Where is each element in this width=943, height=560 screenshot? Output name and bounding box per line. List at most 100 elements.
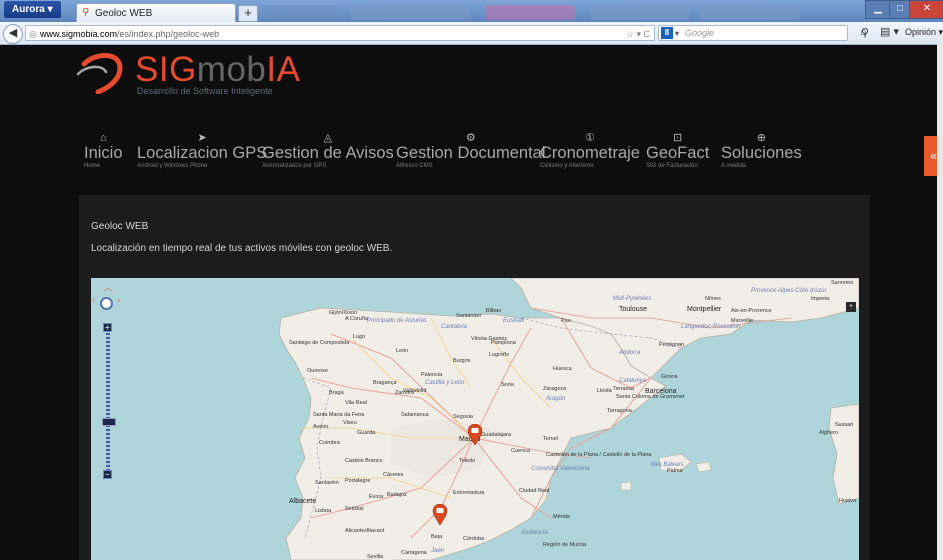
map-label: Burgos — [453, 358, 471, 364]
map-label: Lugo — [353, 334, 366, 340]
maximize-button[interactable]: □ — [889, 0, 911, 19]
map-label: Mérida — [553, 514, 570, 520]
bookmark-star-icon[interactable]: ☆ ▾ C — [626, 26, 650, 42]
map-label: Logroño — [489, 352, 510, 358]
map-label: Jaén — [431, 548, 445, 554]
app-menu-label: Aurora — [12, 4, 45, 15]
map-label: Salamanca — [401, 412, 429, 418]
chevron-down-icon[interactable]: ▾ — [675, 26, 679, 41]
site-identity-icon[interactable]: ◎ — [29, 26, 37, 42]
bookmarks-menu-icon[interactable]: ▤ ▾ — [880, 25, 899, 40]
nav-sublabel: Android y Windows Phone — [137, 163, 208, 169]
map-label: Beja — [431, 534, 443, 540]
map-label: Albacete — [289, 498, 317, 505]
map-label: Badajoz — [387, 492, 407, 498]
map-label: León — [396, 348, 409, 354]
blurred-tab[interactable] — [590, 5, 690, 20]
page-description: Localización en tiempo real de tus activ… — [91, 243, 393, 254]
map-label: Midi-Pyrénées — [613, 296, 652, 302]
nav-item-cronometraje[interactable]: ① Cronometraje Ciclismo y Atletismo — [540, 132, 640, 171]
map-label: Palencia — [421, 372, 443, 378]
close-window-button[interactable]: ✕ — [909, 0, 943, 19]
map-label: Andorra — [619, 350, 641, 356]
map-label: Principado de Asturias — [367, 318, 427, 324]
zoom-in-button[interactable]: + — [103, 323, 112, 332]
home-icon[interactable]: ⌂ — [860, 25, 867, 40]
zoom-slider-handle[interactable] — [102, 418, 116, 426]
map-label: Extremadura — [453, 490, 485, 496]
map-label: Coimbra — [319, 440, 340, 446]
new-tab-button[interactable]: + — [238, 5, 258, 22]
blurred-tab[interactable] — [350, 5, 470, 20]
nav-sublabel: A medida — [721, 163, 747, 169]
search-bar[interactable]: 8 ▾ Google ⚲ — [658, 25, 869, 41]
nav-item-soluciones[interactable]: ⊕ Soluciones A medida — [721, 132, 802, 171]
map-label: Bilbao — [486, 308, 502, 314]
pan-right-icon[interactable]: › — [117, 296, 120, 306]
zoom-slider[interactable] — [106, 333, 110, 473]
blurred-tab[interactable] — [262, 5, 342, 20]
nav-item-gestion-avisos[interactable]: ◬ Gestion de Avisos Automatizados por GP… — [262, 132, 394, 171]
minimize-button[interactable]: ▁ — [865, 0, 891, 19]
pan-left-icon[interactable]: ‹ — [92, 296, 95, 306]
nav-item-geofact[interactable]: ⊡ GeoFact SIG de Facturación — [646, 132, 709, 171]
map-label: Perpignan — [659, 342, 685, 348]
logo-sig: SIG — [135, 50, 197, 89]
map-label: Alghero — [819, 430, 838, 436]
map-label: Sassari — [835, 422, 854, 428]
map-label: Aveiro — [313, 424, 329, 430]
feedback-button[interactable]: Opinión ▾ — [905, 25, 943, 40]
map-label: Cuenca — [511, 448, 530, 454]
nav-item-localizacion-gps[interactable]: ➤ Localizacion GPS Android y Windows Pho… — [137, 132, 267, 171]
map-label: Terrassa — [613, 386, 635, 392]
nav-item-gestion-documental[interactable]: ⚙ Gestion Documental Alfresco CMS — [396, 132, 546, 171]
map-label: Toulouse — [619, 306, 648, 313]
home-icon: ⌂ — [99, 132, 107, 144]
logo-mob: mob — [196, 50, 267, 89]
map-label: Setúbal — [345, 506, 364, 512]
map-center-icon[interactable] — [100, 297, 113, 310]
back-button[interactable]: ◀ — [3, 24, 23, 44]
map-label: Viseu — [343, 420, 357, 426]
map-label: Pamplona — [491, 340, 516, 346]
map-label: Toledo — [459, 458, 476, 464]
map-label: Lleida — [597, 388, 612, 394]
navigation-toolbar: ◀ ◎ www.sigmobia.com/es/index.php/geoloc… — [0, 22, 943, 45]
site-logo[interactable]: SIGmobIA — [135, 50, 300, 90]
url-domain: www.sigmobia.com — [40, 29, 118, 39]
blurred-tab[interactable] — [700, 5, 800, 20]
map-view[interactable]: Gijón/Xixon Santander Bilbao A Coruña Lu… — [91, 278, 859, 560]
tab-geoloc-web[interactable]: ⚲ Geoloc WEB — [76, 3, 236, 22]
map-label: Cáceres — [383, 472, 404, 478]
map-label: Montpellier — [687, 306, 722, 313]
nav-sublabel: Alfresco CMS — [396, 163, 433, 169]
vehicle-marker-icon[interactable] — [432, 504, 448, 526]
location-arrow-icon: ➤ — [197, 132, 207, 144]
blurred-tab[interactable] — [485, 5, 575, 20]
map-label: Andalucía — [521, 530, 548, 536]
site-tagline: Desarrollo de Software Inteligente — [137, 86, 273, 96]
map-label: Teruel — [543, 436, 558, 442]
pan-up-icon[interactable]: ︿ — [103, 284, 113, 294]
page-title: Geoloc WEB — [91, 221, 149, 232]
logo-swoosh-icon[interactable] — [76, 50, 126, 94]
map-label: Ciudad Real — [519, 488, 550, 494]
search-engine-icon[interactable]: 8 — [661, 27, 673, 39]
zoom-out-button[interactable]: − — [103, 470, 112, 479]
page-scrollbar[interactable] — [937, 44, 943, 560]
app-menu-button[interactable]: Aurora ▾ — [4, 1, 61, 18]
plus-circle-icon: ⊕ — [756, 132, 766, 144]
url-bar[interactable]: ◎ www.sigmobia.com/es/index.php/geoloc-w… — [25, 25, 655, 41]
map-label: Zaragoza — [543, 386, 567, 392]
map-label: Santarém — [315, 480, 339, 486]
back-arrow-icon: ◀ — [8, 27, 18, 39]
map-label: Girona — [661, 374, 678, 380]
map-label: Zamora — [395, 390, 414, 396]
map-label: Nîmes — [705, 296, 721, 302]
tab-title: Geoloc WEB — [95, 8, 153, 19]
vehicle-marker-icon[interactable] — [467, 424, 483, 446]
layer-switcher-icon[interactable]: + — [846, 302, 856, 312]
map-label: Castelo Branco — [345, 458, 383, 464]
nav-item-inicio[interactable]: ⌂ Inicio Home — [84, 132, 123, 171]
map-label: Tarragona — [607, 408, 632, 414]
